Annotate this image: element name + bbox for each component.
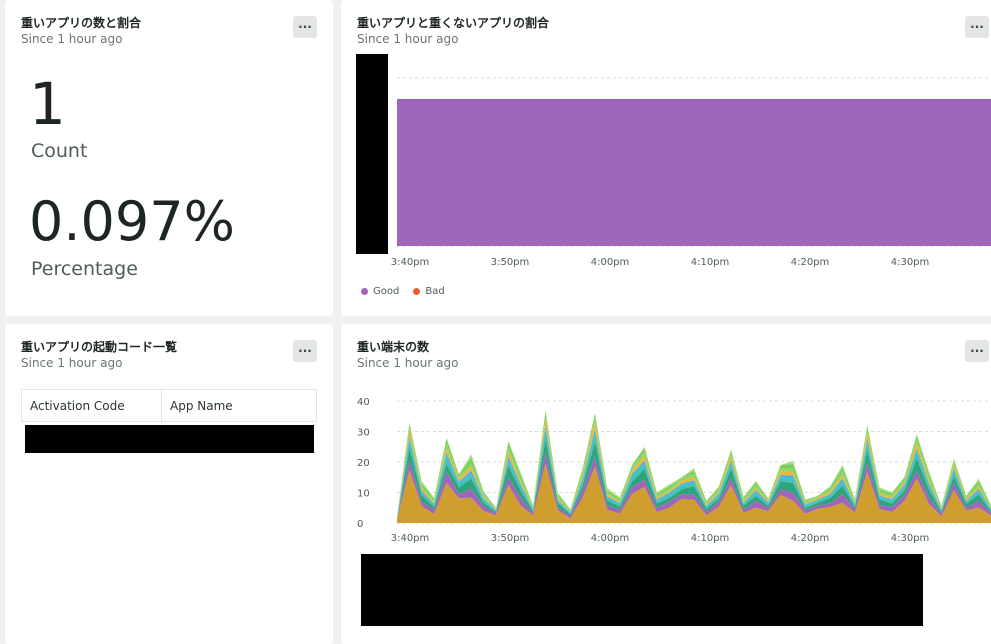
x-tick-label: 3:40pm: [391, 533, 430, 544]
count-label: Count: [31, 140, 88, 162]
count-value: 1: [29, 70, 66, 138]
table-header-row: Activation Code App Name: [21, 389, 317, 422]
redacted-table-row: [25, 425, 314, 453]
legend-dot: [413, 288, 421, 295]
widget-title: 重いアプリの数と割合: [21, 16, 142, 30]
x-tick-label: 4:10pm: [691, 257, 730, 268]
legend-item-good[interactable]: Good: [361, 286, 399, 297]
activation-code-table: Activation Code App Name: [21, 389, 317, 422]
x-tick-label: 4:30pm: [891, 257, 930, 268]
widget-heavy-vs-normal-ratio: 重いアプリと重くないアプリの割合 Since 1 hour ago ··· 3:…: [341, 0, 991, 316]
device-stacked-area-chart: 0 10 20 30 40 3:40pm 3:50pm 4:00pm 4:10pm 4:20pm 4…: [357, 397, 991, 544]
widget-menu-button[interactable]: ···: [293, 340, 317, 362]
x-tick-label: 4:30pm: [891, 533, 930, 544]
widget-subtitle: Since 1 hour ago: [21, 356, 123, 370]
widget-title: 重いアプリの起動コード一覧: [21, 340, 178, 354]
widget-menu-button[interactable]: ···: [293, 16, 317, 38]
percentage-label: Percentage: [31, 258, 138, 280]
legend-dot: [361, 288, 368, 295]
x-tick-label: 4:10pm: [691, 533, 730, 544]
x-tick-label: 3:40pm: [391, 257, 430, 268]
legend-label: Bad: [425, 286, 445, 297]
x-tick-label: 3:50pm: [491, 533, 530, 544]
y-tick-label: 30: [357, 428, 370, 439]
x-tick-label: 4:00pm: [591, 257, 630, 268]
x-tick-label: 3:50pm: [491, 257, 530, 268]
redacted-block: [356, 54, 388, 254]
y-tick-label: 40: [357, 397, 370, 408]
column-header-activation-code[interactable]: Activation Code: [21, 389, 162, 422]
y-tick-label: 10: [357, 489, 370, 500]
legend-item-bad[interactable]: Bad: [413, 286, 445, 297]
percentage-value: 0.097%: [29, 190, 235, 253]
good-area-edge: [397, 99, 991, 101]
y-tick-label: 20: [357, 458, 370, 469]
widget-heavy-app-count: 重いアプリの数と割合 Since 1 hour ago ··· 1 Count …: [5, 0, 333, 316]
y-tick-label: 0: [357, 519, 363, 530]
x-tick-label: 4:00pm: [591, 533, 630, 544]
ratio-area-chart: 3:40pm 3:50pm 4:00pm 4:10pm 4:20pm 4:30pm: [391, 77, 991, 268]
good-area: [397, 100, 991, 246]
x-tick-label: 4:20pm: [791, 533, 830, 544]
widget-heavy-device-count: 重い端末の数 Since 1 hour ago ··· 0 10 20 30 40 3:4…: [341, 324, 991, 644]
x-tick-label: 4:20pm: [791, 257, 830, 268]
widget-subtitle: Since 1 hour ago: [21, 32, 123, 46]
widget-activation-code-list: 重いアプリの起動コード一覧 Since 1 hour ago ··· Activ…: [5, 324, 333, 644]
column-header-app-name[interactable]: App Name: [161, 389, 317, 422]
chart-legend: Good Bad: [361, 286, 445, 297]
redacted-legend: [361, 554, 923, 626]
legend-label: Good: [373, 286, 400, 297]
